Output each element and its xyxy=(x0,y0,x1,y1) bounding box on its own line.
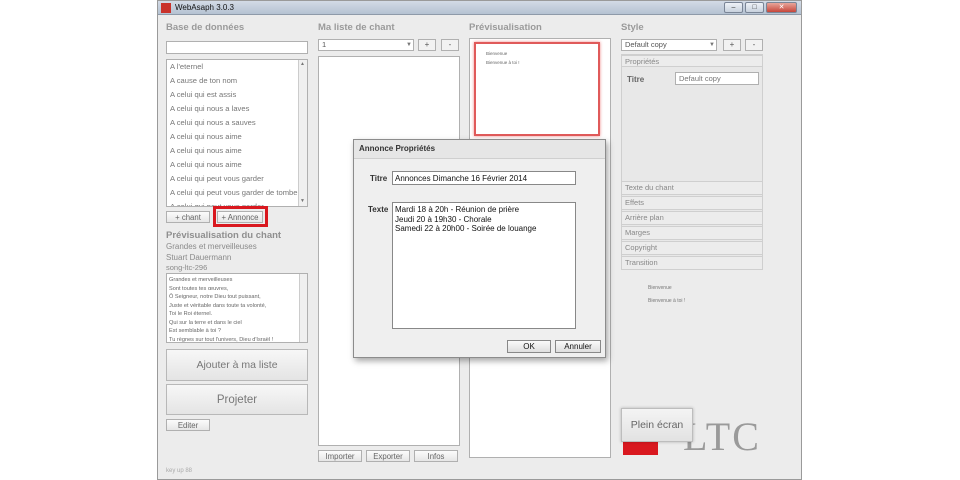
style-remove-button[interactable]: - xyxy=(745,39,763,51)
cancel-button[interactable]: Annuler xyxy=(555,340,601,353)
song-lyrics-box[interactable]: Grandes et merveilleuses Sont toutes tes … xyxy=(166,273,308,343)
lyric-line: Qui sur la terre et dans le ciel xyxy=(169,319,242,326)
song-list-item[interactable]: A celui qui peut vous garder xyxy=(167,172,307,186)
ok-button[interactable]: OK xyxy=(507,340,551,353)
properties-section[interactable]: Propriétés xyxy=(621,55,763,67)
song-list-item[interactable]: A celui qui peut vous garder de tombe xyxy=(167,186,307,200)
title-bar[interactable]: WebAsaph 3.0.3 ‒ □ ✕ xyxy=(158,1,801,15)
add-announce-button[interactable]: + Annonce xyxy=(217,211,263,223)
slide-line: Bienvenue à toi ! xyxy=(486,60,520,65)
style-section-item[interactable]: Copyright xyxy=(621,241,763,255)
lyric-line: Sont toutes tes œuvres, xyxy=(169,285,229,292)
song-list-item[interactable]: A celui qui nous aime xyxy=(167,144,307,158)
lyric-line: Juste et véritable dans toute ta volonté… xyxy=(169,302,267,309)
lyric-line: Toi le Roi éternel. xyxy=(169,311,213,317)
song-list-item[interactable]: A celui qui nous aime xyxy=(167,158,307,172)
song-list-item[interactable]: A l'eternel xyxy=(167,60,307,74)
lyric-line: Tu règnes sur tout l'univers, Dieu d'Isr… xyxy=(169,336,274,343)
song-list-item[interactable]: A celui qui nous aime xyxy=(167,130,307,144)
style-section-item[interactable]: Effets xyxy=(621,196,763,210)
announce-properties-dialog: Annonce Propriétés Titre Texte Mardi 18 … xyxy=(353,139,606,358)
style-title-input[interactable]: Default copy xyxy=(675,72,759,85)
export-button[interactable]: Exporter xyxy=(366,450,410,462)
style-header: Style xyxy=(621,22,644,33)
song-list-item[interactable]: A celui qui est assis xyxy=(167,88,307,102)
style-sections: Texte du chant Effets Arrière plan Marges Co… xyxy=(621,181,763,271)
playlist-header: Ma liste de chant xyxy=(318,22,395,33)
song-list-item[interactable]: A celui qui nous a sauves xyxy=(167,116,307,130)
app-logo-icon xyxy=(161,3,171,13)
style-section-item[interactable]: Marges xyxy=(621,226,763,240)
song-preview-header: Prévisualisation du chant xyxy=(166,230,282,241)
info-button[interactable]: Infos xyxy=(414,450,458,462)
preview-header: Prévisualisation xyxy=(469,22,542,33)
song-list-item[interactable]: A cause de ton nom xyxy=(167,74,307,88)
song-preview-author: Stuart Dauermann xyxy=(166,253,232,262)
song-list[interactable]: A l'eternel A cause de ton nom A celui qui… xyxy=(166,59,308,207)
lyric-line: Grandes et merveilleuses xyxy=(169,277,233,283)
slide-preview[interactable]: Bienvenue Bienvenue à toi ! xyxy=(474,42,600,136)
lyrics-scrollbar[interactable] xyxy=(299,274,307,342)
playlist-select[interactable]: 1 ▼ xyxy=(318,39,414,51)
song-preview-title: Grandes et merveilleuses xyxy=(166,242,257,251)
lyric-line: Est semblable à toi ? xyxy=(169,328,221,334)
dialog-text-area[interactable]: Mardi 18 à 20h - Réunion de prière Jeudi… xyxy=(392,202,576,329)
lyric-lines: Grandes et merveilleuses Sont toutes tes … xyxy=(169,276,305,343)
playlist-select-value: 1 xyxy=(322,40,327,49)
style-sample-title: Bienvenue xyxy=(648,285,672,291)
dialog-text-label: Texte xyxy=(368,205,389,214)
edit-button[interactable]: Editer xyxy=(166,419,210,431)
window-title: WebAsaph 3.0.3 xyxy=(175,3,235,12)
import-button[interactable]: Importer xyxy=(318,450,362,462)
dialog-title-input[interactable] xyxy=(392,171,576,185)
song-list-item[interactable]: A celui qui nous a laves xyxy=(167,102,307,116)
style-sample-line: Bienvenue à toi ! xyxy=(648,298,686,304)
chevron-down-icon: ▼ xyxy=(709,42,715,48)
style-add-button[interactable]: + xyxy=(723,39,741,51)
minimize-button[interactable]: ‒ xyxy=(724,2,743,13)
project-button[interactable]: Projeter xyxy=(166,384,308,415)
style-section-item[interactable]: Texte du chant xyxy=(621,181,763,195)
chevron-down-icon: ▼ xyxy=(406,42,412,48)
style-title-label: Titre xyxy=(627,75,645,84)
scroll-down-icon[interactable]: ▼ xyxy=(300,198,305,204)
style-select[interactable]: Default copy ▼ xyxy=(621,39,717,51)
status-text: key up 88 xyxy=(166,468,193,474)
slide-title: Bienvenue xyxy=(486,51,508,56)
song-list-scrollbar[interactable]: ▲ ▼ xyxy=(298,60,307,206)
ltc-logo: LTC xyxy=(683,414,761,459)
song-search-input[interactable] xyxy=(166,41,308,54)
song-preview-id: song-ltc-296 xyxy=(166,263,208,272)
style-section-item[interactable]: Transition xyxy=(621,256,763,270)
add-to-list-button[interactable]: Ajouter à ma liste xyxy=(166,349,308,381)
playlist-remove-button[interactable]: - xyxy=(441,39,459,51)
style-section-item[interactable]: Arrière plan xyxy=(621,211,763,225)
fullscreen-button[interactable]: Plein écran xyxy=(621,408,693,442)
song-rows: A l'eternel A cause de ton nom A celui qui… xyxy=(167,60,307,206)
close-button[interactable]: ✕ xyxy=(766,2,797,13)
scroll-up-icon[interactable]: ▲ xyxy=(300,61,305,67)
playlist-add-button[interactable]: + xyxy=(418,39,436,51)
lyric-line: Ô Seigneur, notre Dieu tout puissant, xyxy=(169,294,261,300)
add-song-button[interactable]: + chant xyxy=(166,211,210,223)
style-select-value: Default copy xyxy=(625,40,667,49)
dialog-title-label: Titre xyxy=(370,174,388,183)
maximize-button[interactable]: □ xyxy=(745,2,764,13)
dialog-title[interactable]: Annonce Propriétés xyxy=(354,140,605,159)
database-header: Base de données xyxy=(166,22,245,33)
